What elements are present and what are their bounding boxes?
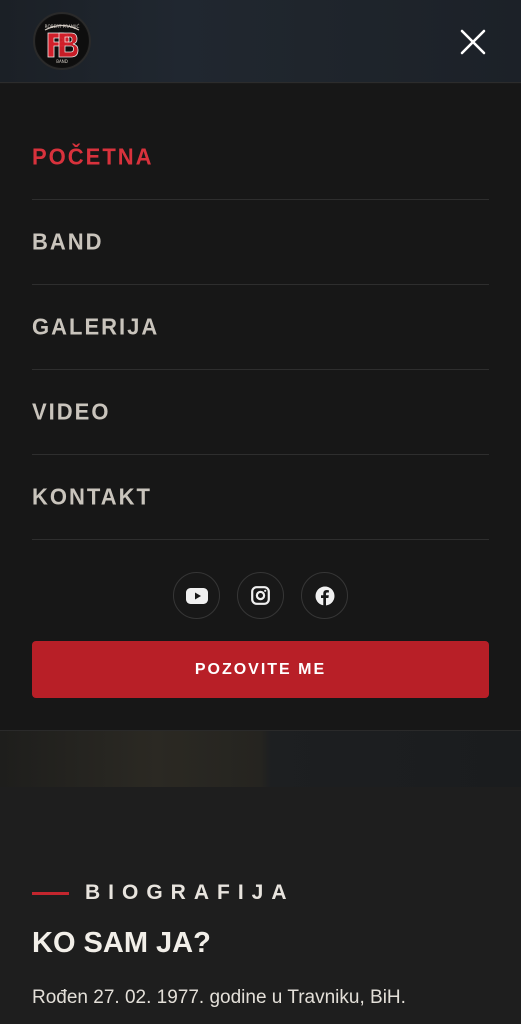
nav-link-band[interactable]: BAND (32, 228, 104, 256)
site-header: ROBERT PRANJIĆ BAND (0, 0, 521, 83)
svg-text:ROBERT PRANJIĆ: ROBERT PRANJIĆ (45, 24, 80, 29)
eyebrow-divider (32, 891, 69, 895)
biography-section: BIOGRAFIJA KO SAM JA? Rođen 27. 02. 1977… (0, 787, 521, 1024)
facebook-button[interactable] (301, 572, 348, 619)
section-title: KO SAM JA? (32, 927, 211, 959)
call-me-button[interactable]: POZOVITE ME (32, 641, 489, 698)
band-logo[interactable]: ROBERT PRANJIĆ BAND (33, 12, 91, 70)
nav-link-galerija[interactable]: GALERIJA (32, 313, 159, 341)
nav-item-band: BAND (32, 200, 489, 285)
hero-background (0, 731, 521, 787)
close-menu-button[interactable] (458, 27, 488, 57)
youtube-button[interactable] (173, 572, 220, 619)
nav-link-pocetna[interactable]: POČETNA (32, 143, 154, 171)
bio-paragraph: Rođen 27. 02. 1977. godine u Travniku, B… (32, 987, 406, 1008)
nav-item-kontakt: KONTAKT (32, 455, 489, 540)
instagram-button[interactable] (237, 572, 284, 619)
nav-link-video[interactable]: VIDEO (32, 398, 110, 426)
mobile-menu: POČETNA BAND GALERIJA VIDEO KONTAKT POZO… (0, 84, 521, 731)
svg-text:BAND: BAND (56, 59, 68, 64)
nav-link-kontakt[interactable]: KONTAKT (32, 483, 152, 511)
social-links (0, 572, 521, 619)
close-icon (460, 29, 486, 55)
section-eyebrow: BIOGRAFIJA (32, 881, 295, 905)
nav-item-video: VIDEO (32, 370, 489, 455)
youtube-icon (185, 587, 208, 604)
nav-item-galerija: GALERIJA (32, 285, 489, 370)
nav-item-pocetna: POČETNA (32, 115, 489, 200)
nav-list: POČETNA BAND GALERIJA VIDEO KONTAKT (32, 115, 489, 540)
eyebrow-label: BIOGRAFIJA (85, 881, 295, 904)
instagram-icon (251, 586, 270, 605)
logo-mark-icon: ROBERT PRANJIĆ BAND (36, 15, 88, 67)
facebook-icon (315, 586, 334, 606)
